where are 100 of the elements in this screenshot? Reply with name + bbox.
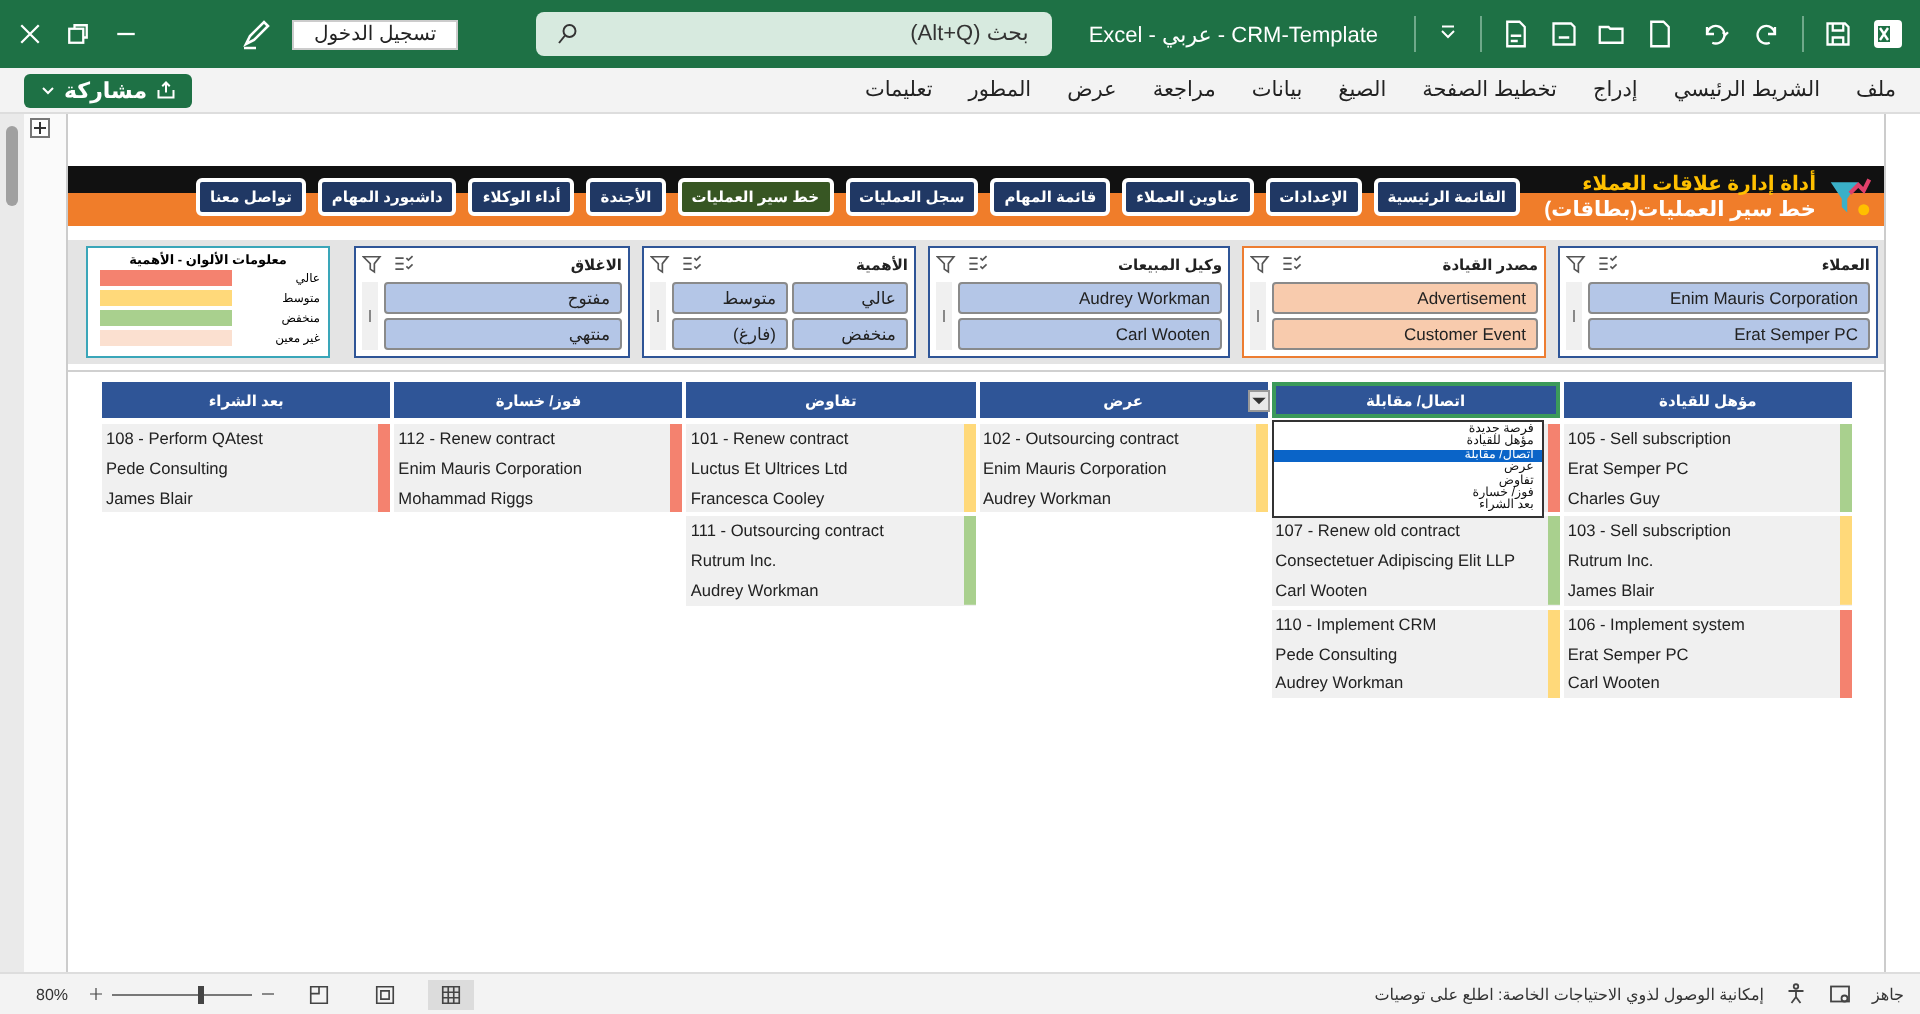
card-text: 106 - Implement system — [1567, 611, 1747, 638]
pen-icon[interactable] — [240, 18, 272, 50]
caret-icon — [40, 82, 56, 98]
restore-icon[interactable] — [64, 20, 92, 48]
card-text: Mohammad Riggs — [398, 485, 535, 512]
menu-tab[interactable]: تعليمات — [864, 78, 933, 102]
slicer-item[interactable]: Erat Semper PC — [1588, 318, 1870, 350]
filter-clear-icon[interactable] — [362, 253, 384, 275]
slicer-item[interactable]: منتهي — [384, 318, 622, 350]
slicer-scrollbar[interactable] — [650, 282, 666, 350]
scrollbar[interactable] — [0, 114, 24, 972]
filter-clear-icon[interactable] — [1566, 253, 1588, 275]
close-icon[interactable] — [16, 20, 44, 48]
card-text: Erat Semper PC — [1567, 641, 1691, 668]
page-subtitle: خط سير العمليات(بطاقات) — [1542, 197, 1816, 221]
multi-select-icon[interactable] — [1282, 253, 1304, 275]
save-as-icon[interactable] — [1550, 20, 1578, 48]
pdf-icon[interactable] — [1502, 20, 1530, 48]
card-text: 105 - Sell subscription — [1567, 426, 1733, 452]
menu-tab[interactable]: مراجعة — [1152, 78, 1216, 102]
slicer-item[interactable]: منخفض — [792, 318, 908, 350]
menu-tab[interactable]: إدراج — [1592, 78, 1638, 102]
slicer-scrollbar[interactable] — [1250, 282, 1266, 350]
slicer-item[interactable]: عالي — [792, 282, 908, 314]
card-text: Pede Consulting — [106, 455, 230, 482]
slicer-item[interactable]: مفتوح — [384, 282, 622, 314]
zoom-level[interactable]: 80% — [36, 985, 69, 1003]
card-text: Audrey Workman — [690, 577, 821, 604]
card-text: James Blair — [106, 485, 195, 512]
multi-select-icon[interactable] — [968, 253, 990, 275]
card-text: Audrey Workman — [1275, 670, 1406, 697]
slicer-scrollbar[interactable] — [362, 282, 378, 350]
folder-icon[interactable] — [1598, 20, 1626, 48]
card-text: Erat Semper PC — [1567, 455, 1691, 482]
card-text: 108 - Perform QAtest — [106, 426, 265, 452]
card-text: Pede Consulting — [1275, 641, 1400, 668]
sign-in-button[interactable]: تسجيل الدخول — [292, 19, 459, 49]
slicer-item[interactable]: Enim Mauris Corporation — [1588, 282, 1870, 314]
menu-tab[interactable]: الشريط الرئيسي — [1673, 78, 1821, 102]
card-text: Luctus Et Ultrices Ltd — [690, 455, 850, 482]
slicer-item[interactable]: (فارغ) — [672, 318, 788, 350]
slicer-item[interactable]: متوسط — [672, 282, 788, 314]
card-text: 107 - Renew old contract — [1275, 518, 1462, 545]
share-icon — [155, 80, 176, 100]
card-text: Rutrum Inc. — [690, 548, 779, 575]
share-button[interactable]: مشاركة — [24, 73, 192, 107]
filter-clear-icon[interactable] — [650, 253, 672, 275]
card-text: Enim Mauris Corporation — [398, 455, 584, 482]
menu-tab[interactable]: تخطيط الصفحة — [1422, 78, 1557, 102]
search-icon — [556, 22, 581, 46]
card-text: Enim Mauris Corporation — [983, 455, 1169, 482]
multi-select-icon[interactable] — [1598, 253, 1620, 275]
accessibility-icon[interactable] — [1783, 982, 1808, 1006]
card-text: 112 - Renew contract — [398, 426, 557, 452]
accessibility-link[interactable]: إمكانية الوصول لذوي الاحتياجات الخاصة: اطلع على توصيات — [1374, 985, 1764, 1003]
excel-icon[interactable] — [1872, 18, 1904, 50]
zoom-in-icon[interactable] — [88, 986, 105, 1002]
card-text: 103 - Sell subscription — [1567, 518, 1733, 545]
view-button[interactable] — [428, 979, 475, 1009]
page-break-icon — [308, 983, 331, 1005]
menu-tab[interactable]: ملف — [1856, 78, 1896, 102]
window-title: CRM-Template - عربي - Excel — [1088, 21, 1378, 47]
card-text: 111 - Outsourcing contract — [690, 518, 886, 545]
plus-icon[interactable] — [30, 118, 50, 138]
slicer-scrollbar[interactable] — [936, 282, 952, 350]
card-text: 102 - Outsourcing contract — [983, 426, 1181, 452]
new-file-icon[interactable] — [1646, 20, 1674, 48]
search-field[interactable]: بحث (Alt+Q) — [536, 12, 1053, 56]
menu-tab[interactable]: الصيغ — [1338, 78, 1387, 102]
card-text: Charles Guy — [1567, 485, 1662, 512]
caret-icon — [1251, 396, 1266, 406]
sheet-icon[interactable] — [1827, 982, 1852, 1006]
menu-tab[interactable]: بيانات — [1251, 78, 1303, 102]
card-text: Carl Wooten — [1567, 670, 1662, 697]
multi-select-icon[interactable] — [394, 253, 416, 275]
save-icon[interactable] — [1824, 20, 1852, 48]
menu-tab[interactable]: عرض — [1067, 78, 1117, 102]
menu-tab[interactable]: المطور — [968, 78, 1032, 102]
card-text: 110 - Implement CRM — [1275, 611, 1439, 638]
page-layout-icon — [374, 983, 397, 1005]
redo-icon[interactable] — [1754, 20, 1782, 48]
slicer-item[interactable]: Advertisement — [1272, 282, 1538, 314]
card-text: James Blair — [1567, 577, 1657, 604]
card-text: Carl Wooten — [1275, 577, 1370, 604]
slicer-scrollbar[interactable] — [1566, 282, 1582, 350]
dropdown-button[interactable] — [1247, 390, 1270, 412]
filter-clear-icon[interactable] — [936, 253, 958, 275]
slicer-item[interactable]: Audrey Workman — [958, 282, 1222, 314]
card-text: Consectetuer Adipiscing Elit LLP — [1275, 548, 1518, 575]
filter-clear-icon[interactable] — [1250, 253, 1272, 275]
app-title: أداة إدارة علاقات العملاء — [1580, 171, 1816, 197]
grid-icon — [440, 983, 463, 1005]
card-text: Francesca Cooley — [690, 485, 827, 512]
slicer-item[interactable]: Carl Wooten — [958, 318, 1222, 350]
card-text: Audrey Workman — [983, 485, 1113, 512]
status-text: جاهز — [1871, 985, 1904, 1003]
card-text: Rutrum Inc. — [1567, 548, 1656, 575]
funnel-icon — [1828, 174, 1872, 218]
multi-select-icon[interactable] — [682, 253, 704, 275]
slicer-item[interactable]: Customer Event — [1272, 318, 1538, 350]
